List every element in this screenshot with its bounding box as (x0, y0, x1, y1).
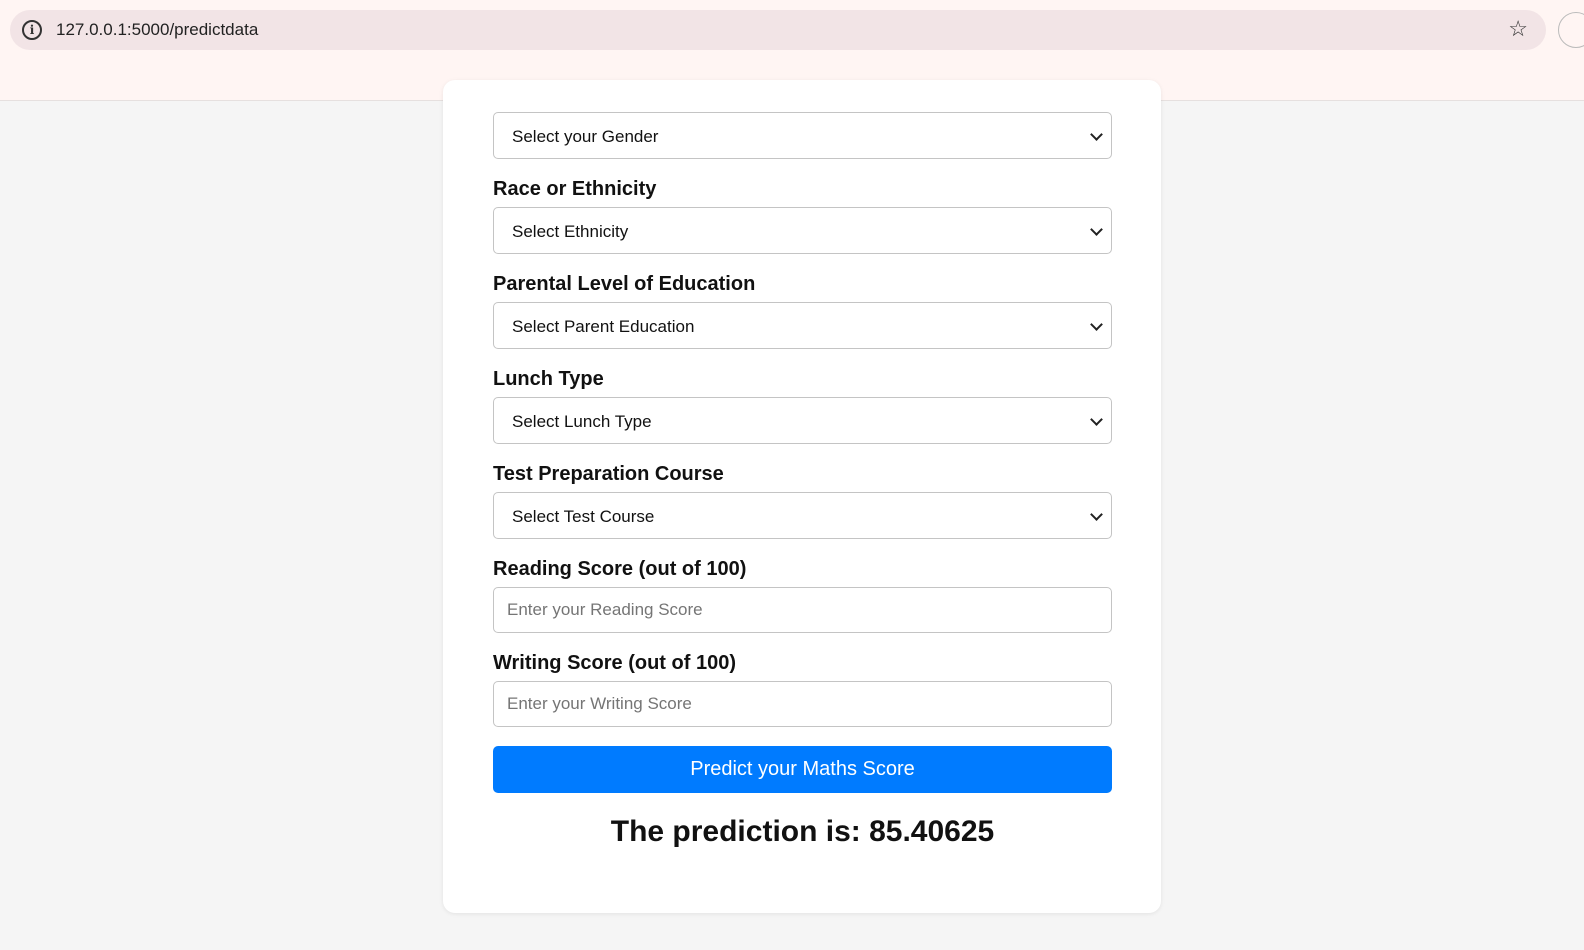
ethnicity-label: Race or Ethnicity (493, 178, 657, 200)
parent-education-select-value: Select Parent Education (512, 317, 695, 336)
ethnicity-select[interactable]: Select Ethnicity (493, 207, 1112, 254)
test-course-label: Test Preparation Course (493, 463, 724, 485)
prediction-result: The prediction is: 85.40625 (610, 815, 995, 848)
gender-select-value: Select your Gender (512, 127, 659, 146)
lunch-type-select[interactable]: Select Lunch Type (493, 397, 1112, 444)
writing-score-input[interactable] (493, 681, 1112, 727)
reading-score-label: Reading Score (out of 100) (493, 558, 747, 580)
chevron-down-icon (1090, 413, 1103, 426)
chevron-down-icon (1090, 508, 1103, 521)
test-course-select[interactable]: Select Test Course (493, 492, 1112, 539)
parent-education-select[interactable]: Select Parent Education (493, 302, 1112, 349)
parent-education-label: Parental Level of Education (493, 273, 756, 295)
predict-button[interactable]: Predict your Maths Score (493, 746, 1112, 793)
lunch-type-select-value: Select Lunch Type (512, 412, 652, 431)
reading-score-input[interactable] (493, 587, 1112, 633)
test-course-select-value: Select Test Course (512, 507, 655, 526)
chevron-down-icon (1090, 318, 1103, 331)
chevron-down-icon (1090, 223, 1103, 236)
bookmark-star-icon[interactable]: ☆ (1508, 16, 1528, 42)
site-info-icon[interactable]: i (22, 20, 42, 40)
address-bar[interactable]: i 127.0.0.1:5000/predictdata ☆ (10, 10, 1546, 50)
writing-score-label: Writing Score (out of 100) (493, 652, 736, 674)
lunch-type-label: Lunch Type (493, 368, 604, 390)
ethnicity-select-value: Select Ethnicity (512, 222, 629, 241)
gender-select[interactable]: Select your Gender (493, 112, 1112, 159)
profile-icon[interactable] (1558, 12, 1584, 48)
chevron-down-icon (1090, 128, 1103, 141)
url-text[interactable]: 127.0.0.1:5000/predictdata (56, 20, 258, 40)
